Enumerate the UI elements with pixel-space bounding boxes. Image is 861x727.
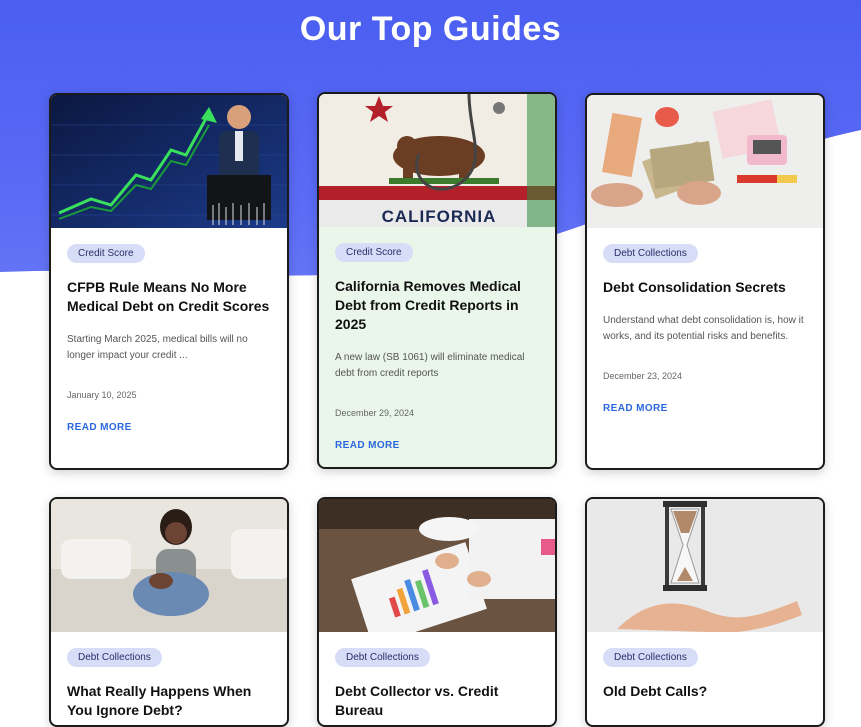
guide-card[interactable]: CALIFORNIA Credit Score California Remov… xyxy=(317,92,557,469)
category-badge[interactable]: Credit Score xyxy=(335,243,413,262)
image-caption-text: CALIFORNIA xyxy=(381,207,497,226)
card-date: December 23, 2024 xyxy=(603,371,683,381)
guide-card[interactable]: Credit Score CFPB Rule Means No More Med… xyxy=(49,93,289,470)
card-excerpt: Starting March 2025, medical bills will … xyxy=(67,334,248,361)
card-title[interactable]: Old Debt Calls? xyxy=(603,682,807,701)
guide-card[interactable]: Debt Collections Old Debt Calls? xyxy=(585,497,825,727)
card-image-charts-review[interactable] xyxy=(319,499,555,632)
card-title[interactable]: What Really Happens When You Ignore Debt… xyxy=(67,682,271,720)
card-image-hourglass[interactable] xyxy=(587,499,823,632)
card-title[interactable]: Debt Consolidation Secrets xyxy=(603,278,807,297)
read-more-link[interactable]: READ MORE xyxy=(67,422,132,433)
guide-card[interactable]: Debt Collections Debt Collector vs. Cred… xyxy=(317,497,557,727)
guide-card[interactable]: Debt Collections Debt Consolidation Secr… xyxy=(585,93,825,470)
category-badge[interactable]: Debt Collections xyxy=(603,244,698,263)
card-date: January 10, 2025 xyxy=(67,390,137,400)
category-badge[interactable]: Debt Collections xyxy=(603,648,698,667)
card-image-california-flag[interactable]: CALIFORNIA xyxy=(319,94,555,227)
card-image-worried-woman[interactable] xyxy=(51,499,287,632)
category-badge[interactable]: Credit Score xyxy=(67,244,145,263)
card-title[interactable]: CFPB Rule Means No More Medical Debt on … xyxy=(67,278,271,316)
card-title[interactable]: Debt Collector vs. Credit Bureau xyxy=(335,682,539,720)
card-image-man-celebrating[interactable] xyxy=(51,95,287,228)
category-badge[interactable]: Debt Collections xyxy=(335,648,430,667)
card-image-counting-cash[interactable] xyxy=(587,95,823,228)
card-excerpt: Understand what debt consolidation is, h… xyxy=(603,315,804,342)
card-excerpt: A new law (SB 1061) will eliminate medic… xyxy=(335,352,525,379)
card-title[interactable]: California Removes Medical Debt from Cre… xyxy=(335,277,539,334)
guide-card[interactable]: Debt Collections What Really Happens Whe… xyxy=(49,497,289,727)
read-more-link[interactable]: READ MORE xyxy=(603,403,668,414)
category-badge[interactable]: Debt Collections xyxy=(67,648,162,667)
section-title: Our Top Guides xyxy=(299,10,562,48)
read-more-link[interactable]: READ MORE xyxy=(335,440,400,451)
guides-grid: Credit Score CFPB Rule Means No More Med… xyxy=(0,0,861,727)
card-date: December 29, 2024 xyxy=(335,408,415,418)
